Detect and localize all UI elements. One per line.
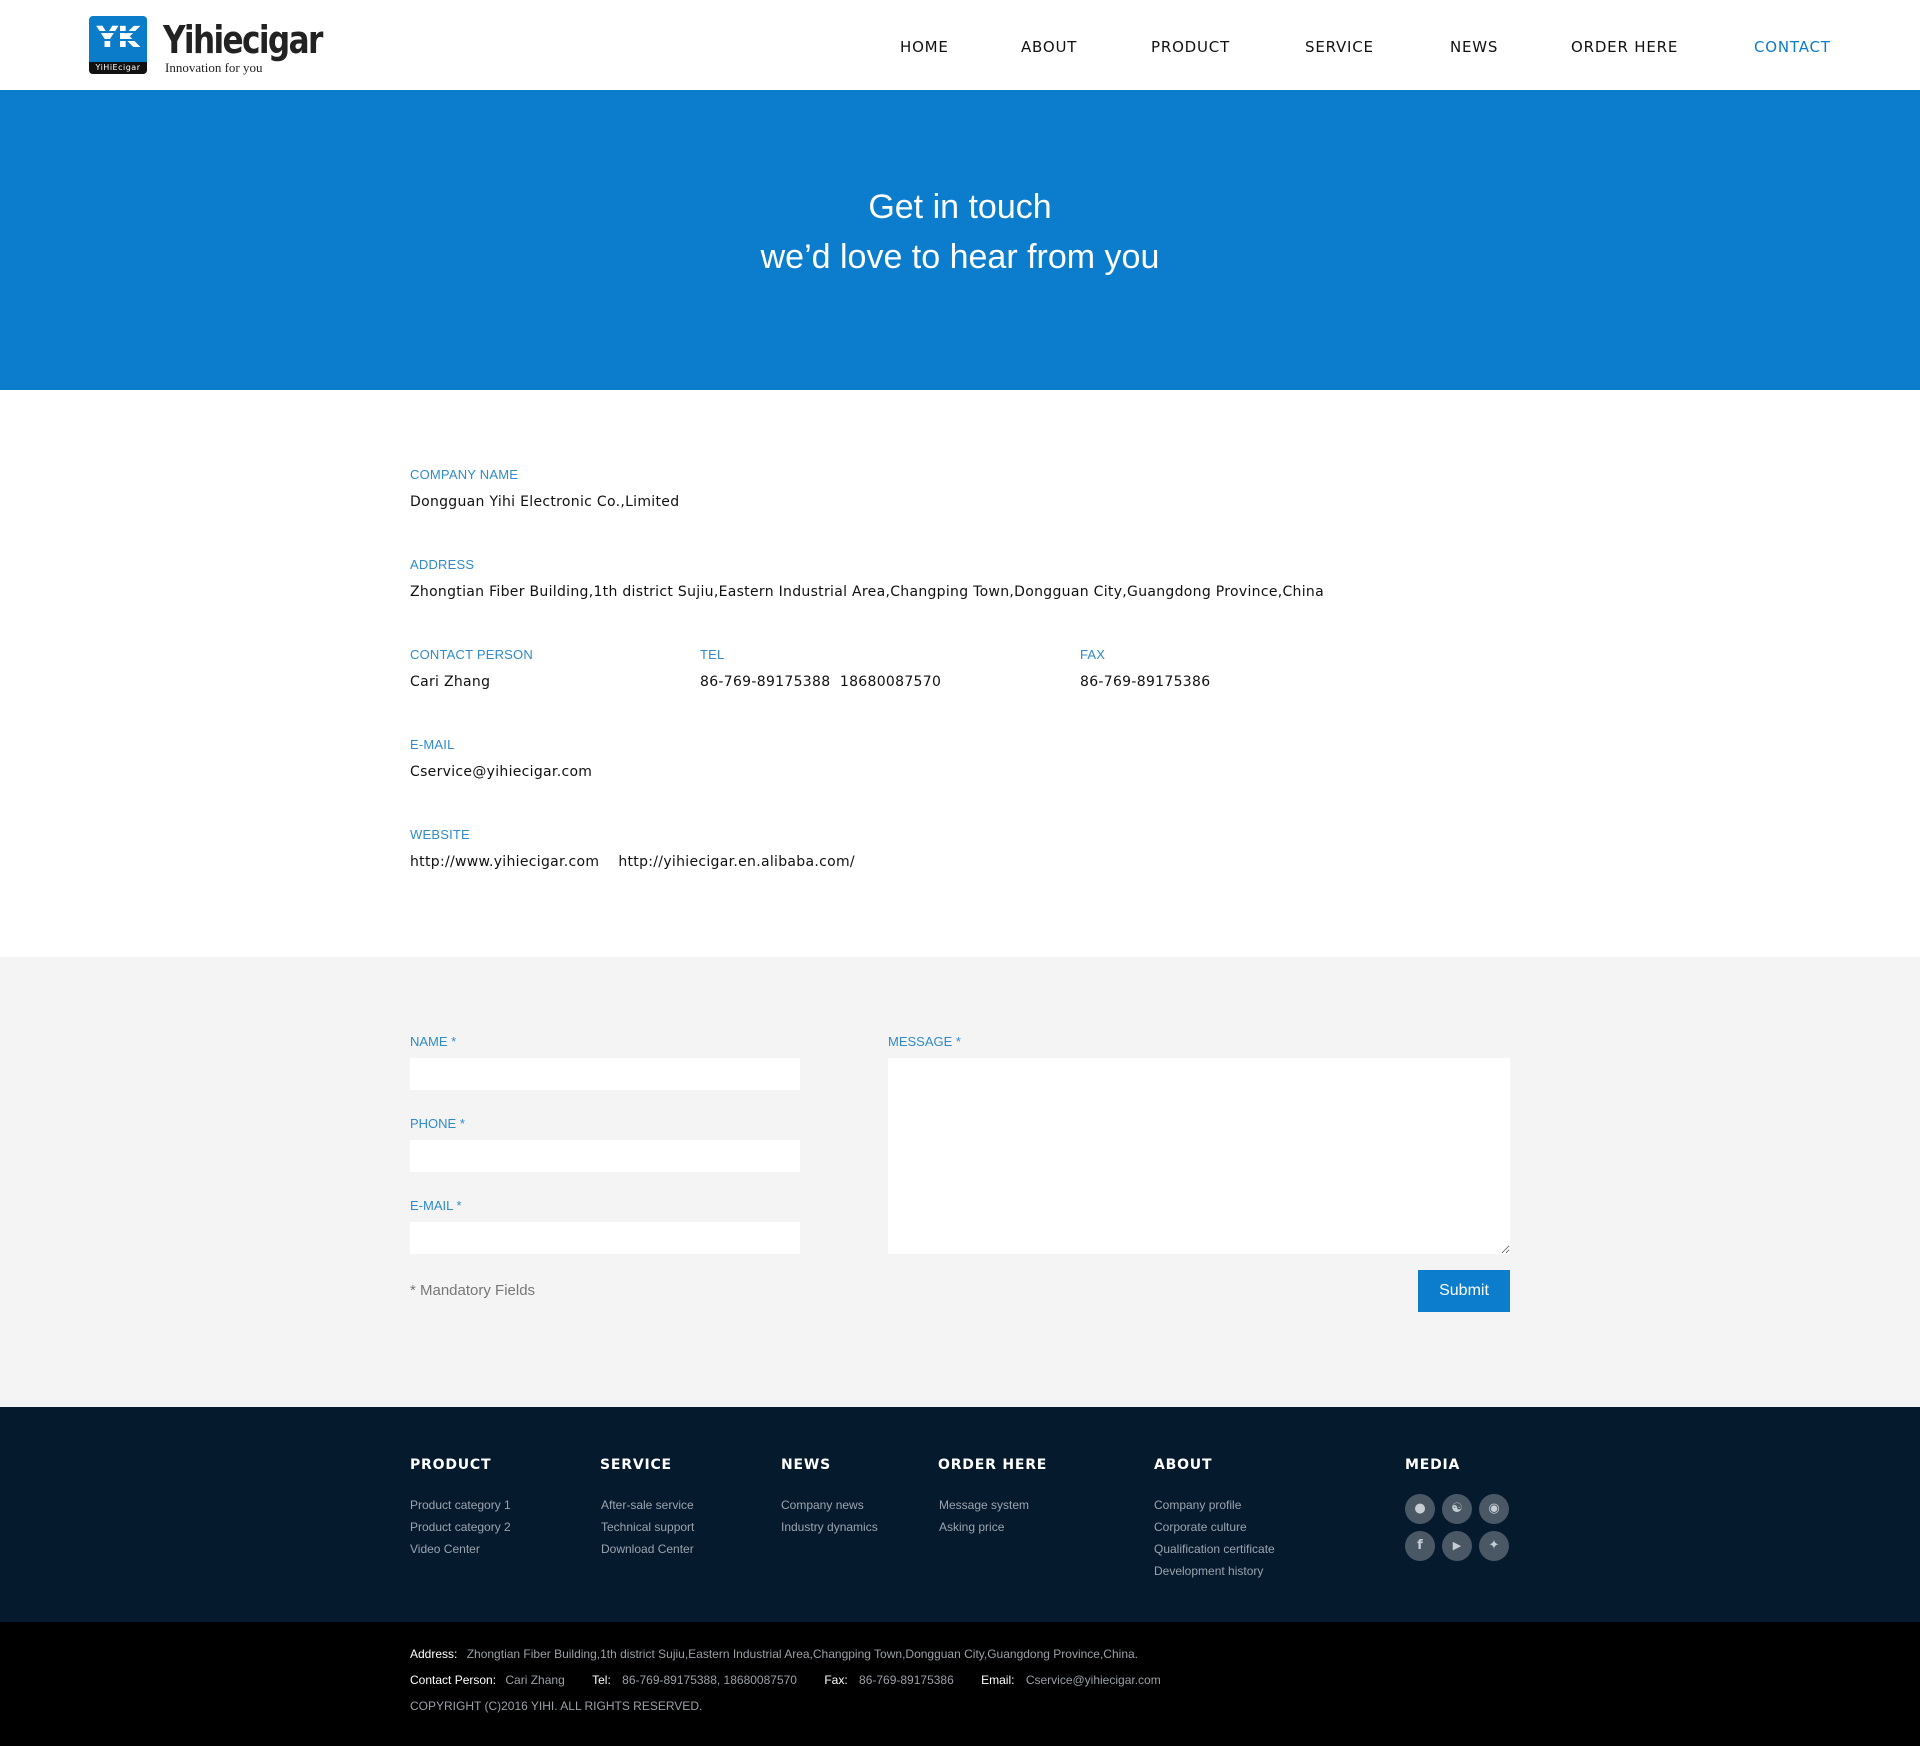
- logo-stripe: [89, 47, 147, 49]
- company-name-value: Dongguan Yihi Electronic Co.,Limited: [410, 494, 680, 510]
- bottom-email-key: Email:: [981, 1673, 1015, 1687]
- bottom-address-key: Address:: [410, 1647, 458, 1661]
- phone-input[interactable]: [410, 1140, 800, 1172]
- footer-link[interactable]: Download Center: [601, 1542, 694, 1556]
- footer-heading-product: PRODUCT: [410, 1457, 492, 1473]
- nav-order-here[interactable]: ORDER HERE: [1571, 38, 1678, 56]
- twitter-icon[interactable]: ✦: [1479, 1531, 1509, 1561]
- address-label: ADDRESS: [410, 557, 475, 572]
- tel-label: TEL: [700, 647, 725, 662]
- footer-link[interactable]: Video Center: [410, 1542, 480, 1556]
- weibo-icon[interactable]: ◉: [1479, 1494, 1509, 1524]
- wechat-icon[interactable]: ☯: [1442, 1494, 1472, 1524]
- site-header: YK YiHiEcigar Yihiecigar Innovation for …: [0, 0, 1920, 90]
- bottom-tel-value: 86-769-89175388, 18680087570: [622, 1673, 797, 1687]
- site-footer: PRODUCT Product category 1 Product categ…: [0, 1407, 1920, 1622]
- company-name-label: COMPANY NAME: [410, 467, 519, 482]
- bottom-fax-value: 86-769-89175386: [859, 1673, 954, 1687]
- nav-about[interactable]: ABOUT: [1021, 38, 1077, 56]
- footer-link[interactable]: Product category 1: [410, 1498, 511, 1512]
- nav-product[interactable]: PRODUCT: [1151, 38, 1230, 56]
- name-input[interactable]: [410, 1058, 800, 1090]
- brand-slogan: Innovation for you: [165, 60, 263, 75]
- nav-service[interactable]: SERVICE: [1305, 38, 1374, 56]
- hero-title: Get in touch: [868, 188, 1052, 226]
- footer-heading-media: MEDIA: [1405, 1457, 1461, 1473]
- footer-heading-news: NEWS: [781, 1457, 832, 1473]
- youtube-icon[interactable]: ▶: [1442, 1531, 1472, 1561]
- mandatory-note: * Mandatory Fields: [410, 1282, 536, 1299]
- bottom-tel-key: Tel:: [592, 1673, 611, 1687]
- logo-stripe: [89, 31, 147, 33]
- website-label: WEBSITE: [410, 827, 470, 842]
- phone-label: PHONE *: [410, 1116, 465, 1131]
- footer-link[interactable]: After-sale service: [601, 1498, 694, 1512]
- fax-value: 86-769-89175386: [1080, 674, 1211, 690]
- footer-link[interactable]: Message system: [939, 1498, 1029, 1512]
- footer-heading-about: ABOUT: [1154, 1457, 1213, 1473]
- footer-link[interactable]: Technical support: [601, 1520, 694, 1534]
- logo-stripe: [89, 39, 147, 41]
- hero-banner: Get in touch we’d love to hear from you: [0, 90, 1920, 390]
- message-textarea[interactable]: [888, 1058, 1510, 1254]
- address-value: Zhongtian Fiber Building,1th district Su…: [410, 584, 1324, 600]
- footer-link[interactable]: Product category 2: [410, 1520, 511, 1534]
- footer-link[interactable]: Corporate culture: [1154, 1520, 1247, 1534]
- message-label: MESSAGE *: [888, 1034, 961, 1049]
- bottom-contact-line: Contact Person: Cari Zhang Tel: 86-769-8…: [410, 1673, 1161, 1687]
- contact-person-label: CONTACT PERSON: [410, 647, 533, 662]
- footer-link[interactable]: Company profile: [1154, 1498, 1241, 1512]
- bottom-bar: Address: Zhongtian Fiber Building,1th di…: [0, 1622, 1920, 1746]
- footer-link[interactable]: Asking price: [939, 1520, 1004, 1534]
- logo-mark-subtext: YiHiEcigar: [89, 62, 147, 74]
- bottom-contact-key: Contact Person:: [410, 1673, 497, 1687]
- facebook-icon[interactable]: f: [1405, 1531, 1435, 1561]
- message-form-section: NAME * PHONE * E-MAIL * MESSAGE * * Mand…: [0, 957, 1920, 1407]
- bottom-fax-key: Fax:: [824, 1673, 848, 1687]
- brand-name: Yihiecigar: [163, 18, 323, 62]
- footer-link[interactable]: Qualification certificate: [1154, 1542, 1275, 1556]
- qq-icon[interactable]: ●: [1405, 1494, 1435, 1524]
- footer-heading-order-here: ORDER HERE: [938, 1457, 1048, 1473]
- bottom-address-value: Zhongtian Fiber Building,1th district Su…: [466, 1647, 1138, 1661]
- email-value[interactable]: Cservice@yihiecigar.com: [410, 764, 592, 780]
- website-value[interactable]: http://www.yihiecigar.com http://yihieci…: [410, 854, 855, 870]
- footer-heading-service: SERVICE: [600, 1457, 672, 1473]
- email-input[interactable]: [410, 1222, 800, 1254]
- tel-value: 86-769-89175388 18680087570: [700, 674, 942, 690]
- footer-link[interactable]: Development history: [1154, 1564, 1263, 1578]
- hero-subtitle: we’d love to hear from you: [760, 238, 1160, 276]
- nav-news[interactable]: NEWS: [1450, 38, 1498, 56]
- bottom-email-value[interactable]: Cservice@yihiecigar.com: [1026, 1673, 1161, 1687]
- nav-home[interactable]: HOME: [900, 38, 949, 56]
- contact-person-value: Cari Zhang: [410, 674, 491, 690]
- copyright: COPYRIGHT (C)2016 YIHI. ALL RIGHTS RESER…: [410, 1699, 703, 1713]
- nav-contact[interactable]: CONTACT: [1754, 38, 1831, 56]
- logo-mark: YK YiHiEcigar: [89, 16, 147, 74]
- bottom-address: Address: Zhongtian Fiber Building,1th di…: [410, 1647, 1138, 1661]
- name-label: NAME *: [410, 1034, 457, 1049]
- submit-button[interactable]: Submit: [1418, 1270, 1510, 1312]
- bottom-contact-value: Cari Zhang: [505, 1673, 565, 1687]
- fax-label: FAX: [1080, 647, 1106, 662]
- form-email-label: E-MAIL *: [410, 1198, 462, 1213]
- site-logo[interactable]: YK YiHiEcigar Yihiecigar Innovation for …: [89, 16, 323, 76]
- email-label: E-MAIL: [410, 737, 455, 752]
- footer-link[interactable]: Company news: [781, 1498, 864, 1512]
- footer-link[interactable]: Industry dynamics: [781, 1520, 878, 1534]
